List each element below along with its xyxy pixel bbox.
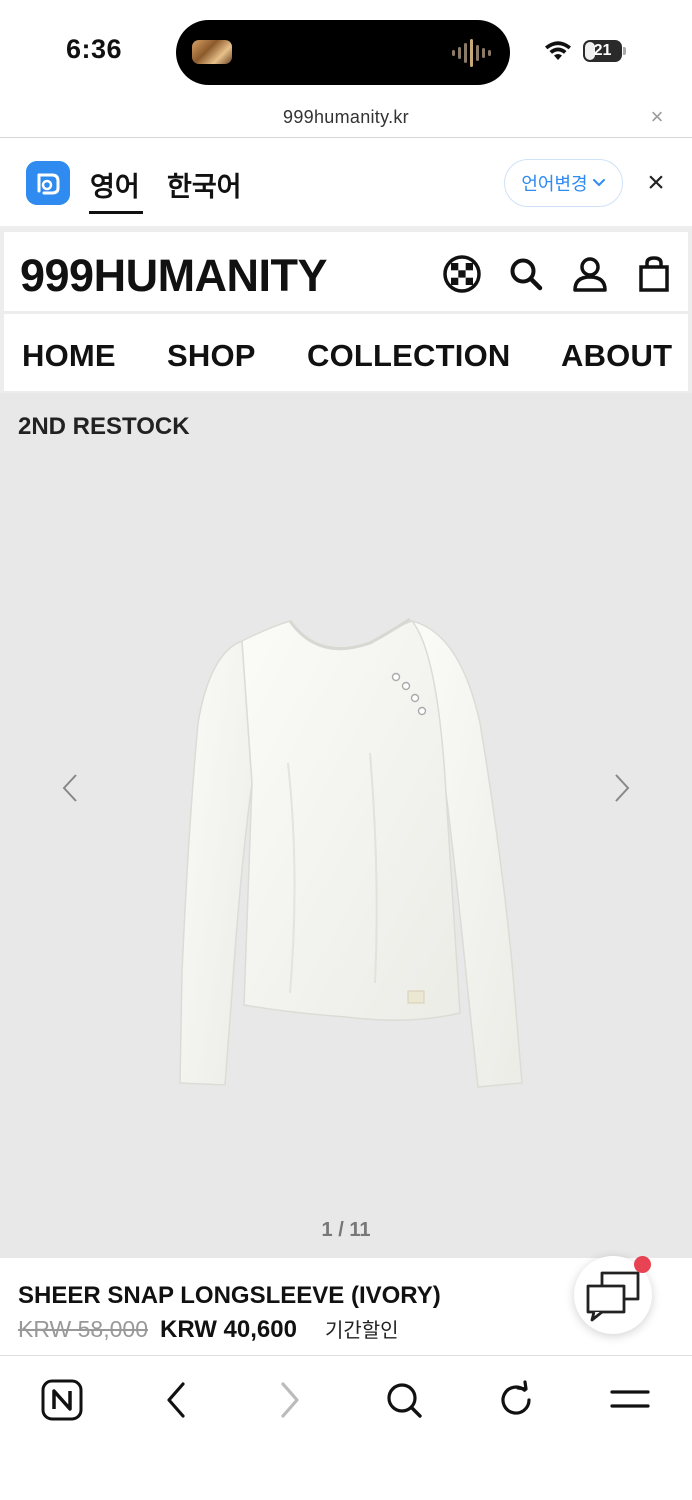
notification-dot	[634, 1256, 651, 1273]
audio-wave-icon	[452, 37, 492, 69]
tab-lang-current[interactable]: 영어	[90, 165, 140, 204]
now-playing-artwork	[192, 40, 232, 64]
menu-icon	[610, 1390, 650, 1408]
chat-button[interactable]	[574, 1256, 652, 1334]
close-icon[interactable]: ×	[646, 106, 668, 128]
url-bar[interactable]: 999humanity.kr ×	[0, 100, 692, 138]
naver-home-button[interactable]	[36, 1374, 88, 1426]
back-icon	[167, 1382, 185, 1418]
sale-label: 기간할인	[324, 1318, 399, 1342]
forward-icon	[281, 1382, 299, 1418]
product-info: SHEER SNAP LONGSLEEVE (IVORY) KRW 58,000…	[0, 1256, 692, 1355]
change-language-button[interactable]: 언어변경	[504, 159, 623, 207]
close-translate-icon[interactable]: ×	[641, 168, 671, 198]
product-name: SHEER SNAP LONGSLEEVE (IVORY)	[18, 1282, 441, 1309]
forward-button[interactable]	[264, 1374, 316, 1426]
status-bar: 6:36 21	[0, 0, 692, 100]
reload-button[interactable]	[490, 1374, 542, 1426]
chevron-down-icon	[592, 179, 605, 187]
translate-bar: 영어 한국어 언어변경 ×	[0, 139, 692, 227]
cart-icon[interactable]	[634, 254, 674, 294]
chevron-left-icon[interactable]	[58, 771, 82, 805]
translate-logo-icon[interactable]	[26, 161, 70, 205]
restock-badge: 2ND RESTOCK	[18, 413, 190, 440]
active-tab-indicator	[89, 211, 143, 214]
url-text[interactable]: 999humanity.kr	[0, 107, 692, 128]
nav-item-shop[interactable]: SHOP	[167, 338, 256, 374]
tab-lang-target[interactable]: 한국어	[167, 165, 242, 204]
nav-item-about[interactable]: ABOUT	[561, 338, 672, 374]
chevron-right-icon[interactable]	[610, 771, 634, 805]
globe-icon[interactable]	[442, 254, 482, 294]
browser-toolbar	[0, 1355, 692, 1500]
account-icon[interactable]	[570, 254, 610, 294]
change-language-label: 언어변경	[521, 174, 588, 195]
nav-item-home[interactable]: HOME	[22, 338, 116, 374]
price-row: KRW 58,000 KRW 40,600 기간할인	[18, 1314, 399, 1344]
site-logo[interactable]: 999HUMANITY	[20, 250, 328, 302]
main-nav: HOME SHOP COLLECTION ABOUT	[4, 314, 688, 391]
brand-row: 999HUMANITY	[4, 232, 688, 311]
original-price: KRW 58,000	[18, 1316, 148, 1342]
product-gallery[interactable]: 2ND RESTOCK 1 / 11	[0, 393, 692, 1258]
status-time: 6:36	[66, 34, 123, 64]
reload-icon	[501, 1380, 531, 1415]
product-image	[179, 617, 523, 1088]
sale-price: KRW 40,600	[159, 1316, 297, 1343]
dynamic-island[interactable]	[176, 20, 510, 85]
naver-home-icon	[41, 1379, 83, 1421]
search-icon	[387, 1383, 422, 1418]
battery-icon: 21	[583, 40, 627, 62]
wifi-icon	[545, 41, 571, 60]
menu-button[interactable]	[604, 1374, 656, 1426]
site-header: 999HUMANITY HOME SHOP COLLECTION ABOUT	[0, 227, 692, 393]
battery-level: 21	[593, 42, 612, 59]
image-counter: 1 / 11	[321, 1219, 371, 1241]
back-button[interactable]	[150, 1374, 202, 1426]
nav-item-collection[interactable]: COLLECTION	[307, 338, 511, 374]
search-button[interactable]	[378, 1374, 430, 1426]
search-icon[interactable]	[506, 254, 546, 294]
